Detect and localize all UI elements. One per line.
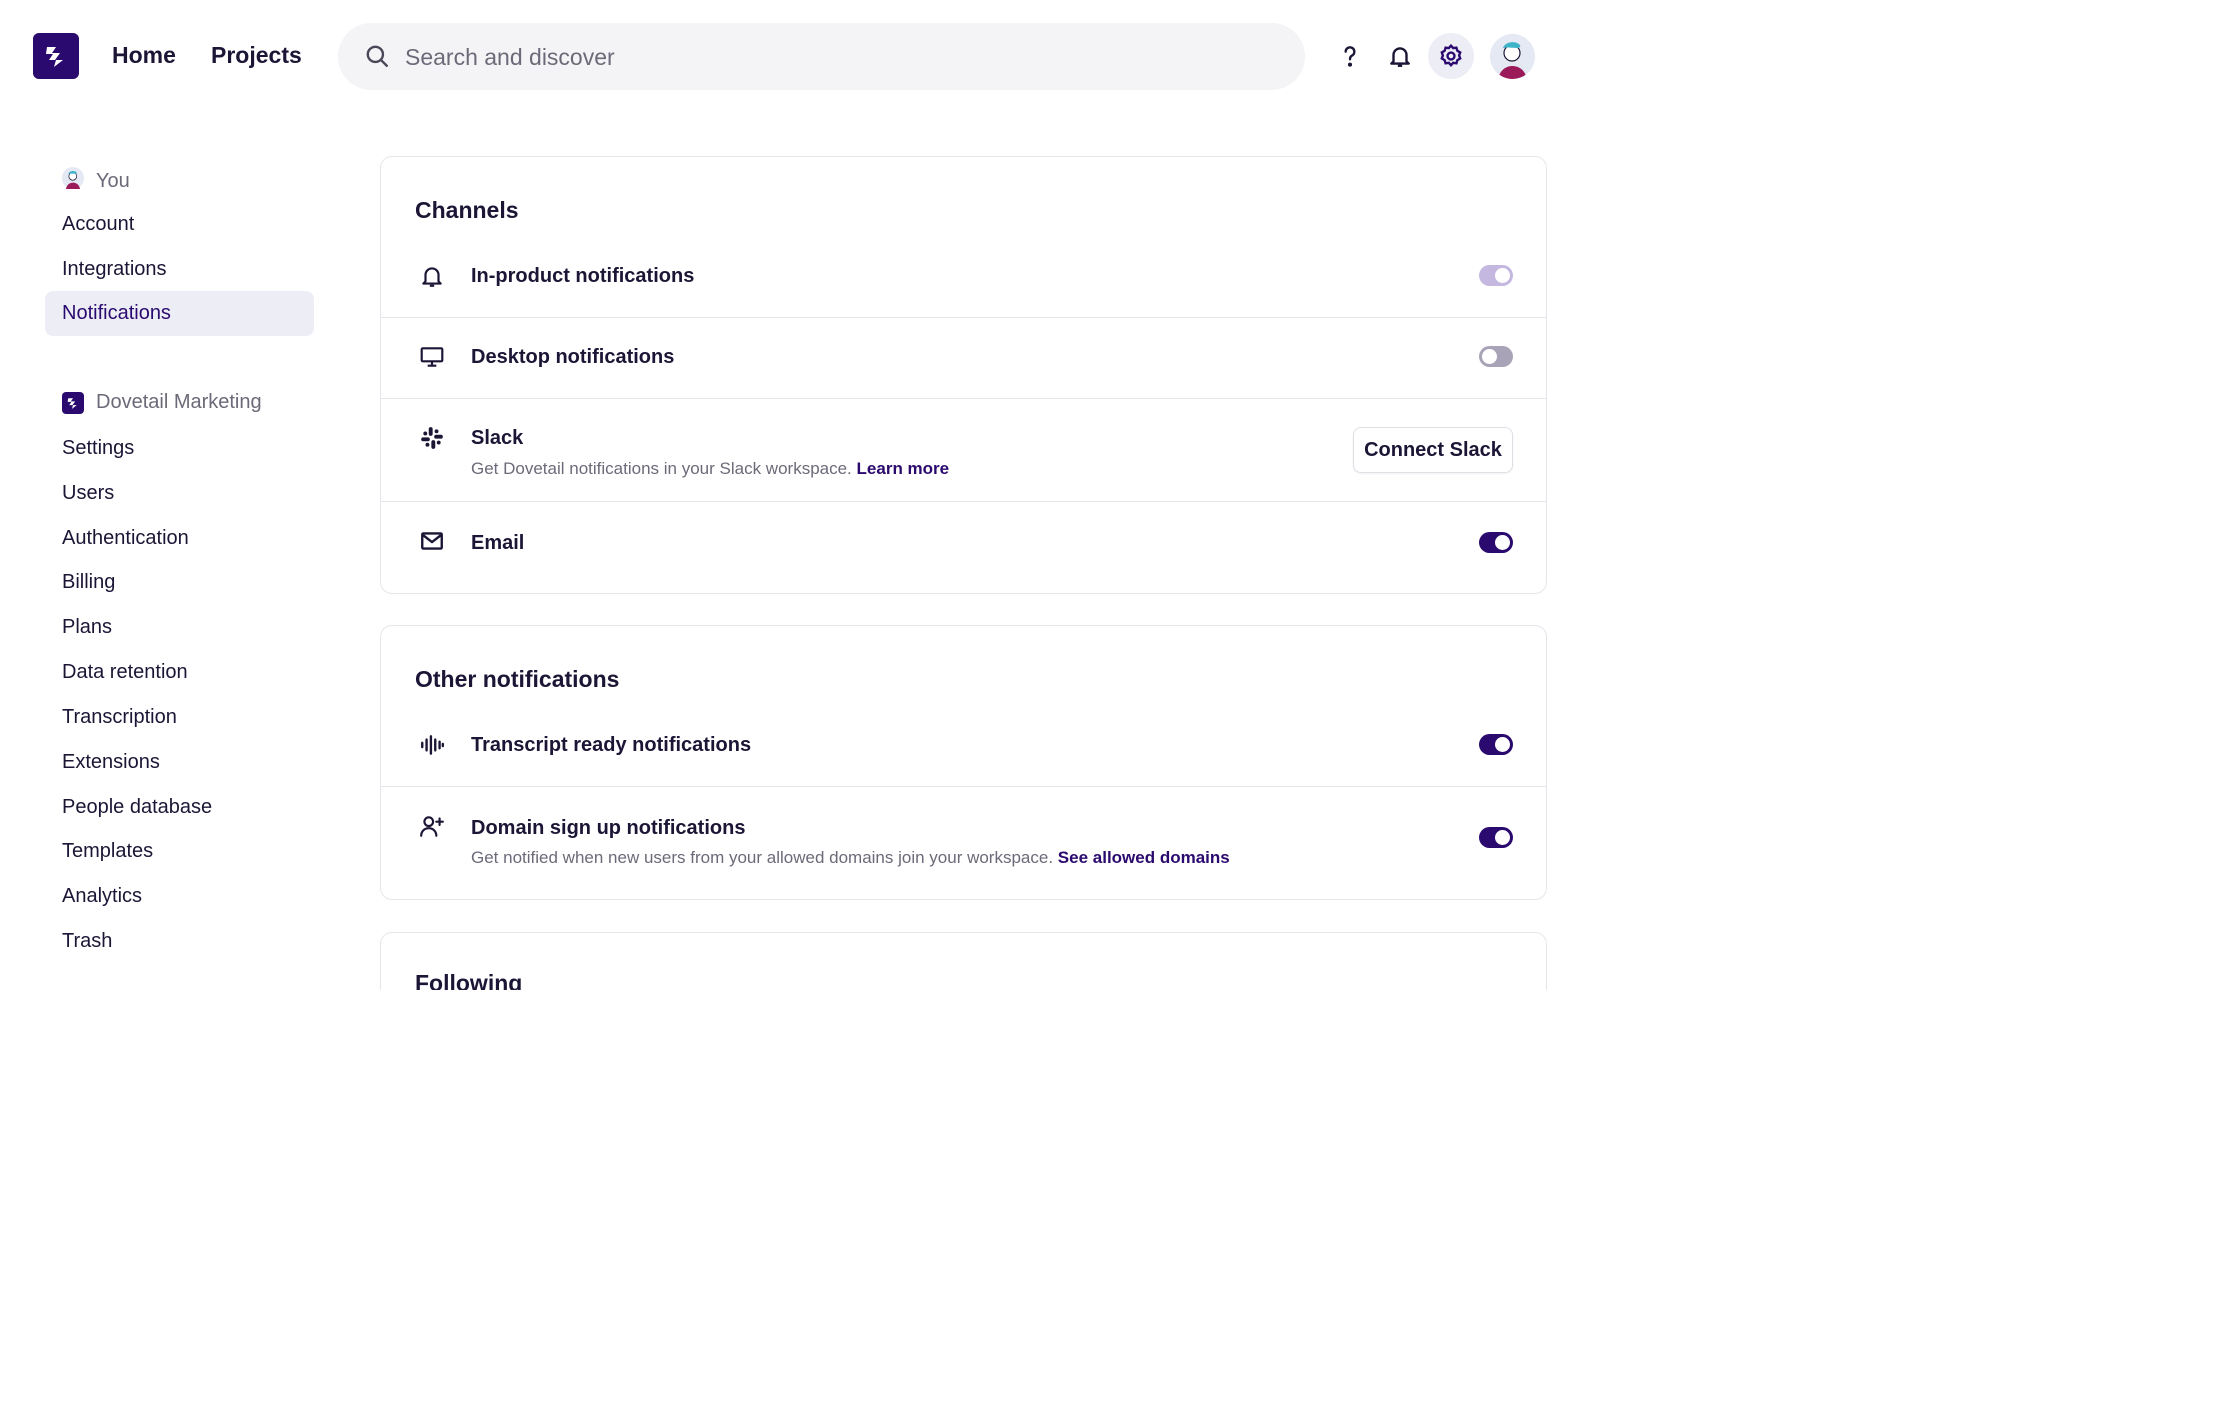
- sidebar-item-notifications[interactable]: Notifications: [45, 291, 314, 336]
- waveform-icon: [417, 730, 447, 760]
- search-bar[interactable]: Search and discover: [338, 23, 1305, 90]
- learn-more-link[interactable]: Learn more: [857, 459, 950, 478]
- sidebar-item-users[interactable]: Users: [45, 471, 314, 516]
- row-label: Domain sign up notifications: [471, 817, 746, 839]
- help-icon[interactable]: [1327, 33, 1373, 79]
- domain-signup-toggle[interactable]: [1479, 827, 1513, 848]
- avatar[interactable]: [1490, 34, 1535, 79]
- row-description: Get Dovetail notifications in your Slack…: [471, 459, 949, 479]
- row-label: Slack: [471, 427, 524, 449]
- bell-icon: [417, 261, 447, 291]
- sidebar-item-account[interactable]: Account: [45, 202, 314, 247]
- sidebar-item-integrations[interactable]: Integrations: [45, 247, 314, 292]
- desktop-notifications-row: Desktop notifications: [381, 317, 1546, 398]
- nav-home-link[interactable]: Home: [112, 42, 176, 69]
- domain-signup-description: Get notified when new users from your al…: [471, 848, 1054, 867]
- row-label: In-product notifications: [471, 265, 695, 287]
- sidebar-section-label: Dovetail Marketing: [96, 391, 262, 413]
- transcript-ready-toggle[interactable]: [1479, 734, 1513, 755]
- other-notifications-title: Other notifications: [415, 666, 620, 692]
- domain-signup-row: Domain sign up notifications Get notifie…: [381, 786, 1546, 899]
- dovetail-logo-icon[interactable]: [33, 33, 79, 79]
- row-label: Desktop notifications: [471, 346, 675, 368]
- other-notifications-card: Other notifications Transcript ready not…: [380, 625, 1547, 900]
- mail-icon: [417, 526, 447, 556]
- following-title: Following: [415, 970, 523, 990]
- slack-description: Get Dovetail notifications in your Slack…: [471, 459, 852, 478]
- transcript-ready-row: Transcript ready notifications: [381, 706, 1546, 786]
- sidebar-item-extensions[interactable]: Extensions: [45, 740, 314, 785]
- gear-icon[interactable]: [1428, 33, 1474, 79]
- sidebar-item-analytics[interactable]: Analytics: [45, 874, 314, 919]
- row-label: Transcript ready notifications: [471, 734, 752, 756]
- email-row: Email: [381, 501, 1546, 593]
- sidebar-item-transcription[interactable]: Transcription: [45, 695, 314, 740]
- user-plus-icon: [417, 811, 447, 841]
- row-label: Email: [471, 532, 525, 554]
- slack-row: Slack Get Dovetail notifications in your…: [381, 398, 1546, 501]
- search-icon: [364, 43, 390, 74]
- sidebar-item-templates[interactable]: Templates: [45, 829, 314, 874]
- top-bar: Home Projects Search and discover: [0, 0, 1566, 112]
- slack-icon: [417, 423, 447, 453]
- row-description: Get notified when new users from your al…: [471, 848, 1230, 868]
- workspace-logo-icon: [62, 391, 84, 414]
- sidebar-item-plans[interactable]: Plans: [45, 605, 314, 650]
- sidebar-item-data-retention[interactable]: Data retention: [45, 650, 314, 695]
- sidebar-item-trash[interactable]: Trash: [45, 919, 314, 964]
- search-input[interactable]: Search and discover: [405, 44, 615, 71]
- sidebar-item-authentication[interactable]: Authentication: [45, 516, 314, 561]
- following-card: Following: [380, 932, 1547, 990]
- sidebar-item-people-database[interactable]: People database: [45, 785, 314, 830]
- sidebar-section-workspace: Dovetail Marketing: [62, 391, 262, 414]
- channels-title: Channels: [415, 197, 519, 223]
- channels-card: Channels In-product notifications Deskto…: [380, 156, 1547, 594]
- in-product-notifications-row: In-product notifications: [381, 237, 1546, 317]
- email-toggle[interactable]: [1479, 532, 1513, 553]
- sidebar-item-billing[interactable]: Billing: [45, 560, 314, 605]
- sidebar-item-settings[interactable]: Settings: [45, 426, 314, 471]
- connect-slack-button[interactable]: Connect Slack: [1353, 427, 1513, 473]
- bell-icon[interactable]: [1377, 33, 1423, 79]
- nav-projects-link[interactable]: Projects: [211, 42, 302, 69]
- see-allowed-domains-link[interactable]: See allowed domains: [1058, 848, 1230, 867]
- monitor-icon: [417, 342, 447, 372]
- sidebar-section-label: You: [96, 169, 130, 192]
- sidebar-section-you: You: [62, 167, 130, 195]
- desktop-toggle[interactable]: [1479, 346, 1513, 367]
- in-product-toggle[interactable]: [1479, 265, 1513, 286]
- avatar: [62, 167, 84, 195]
